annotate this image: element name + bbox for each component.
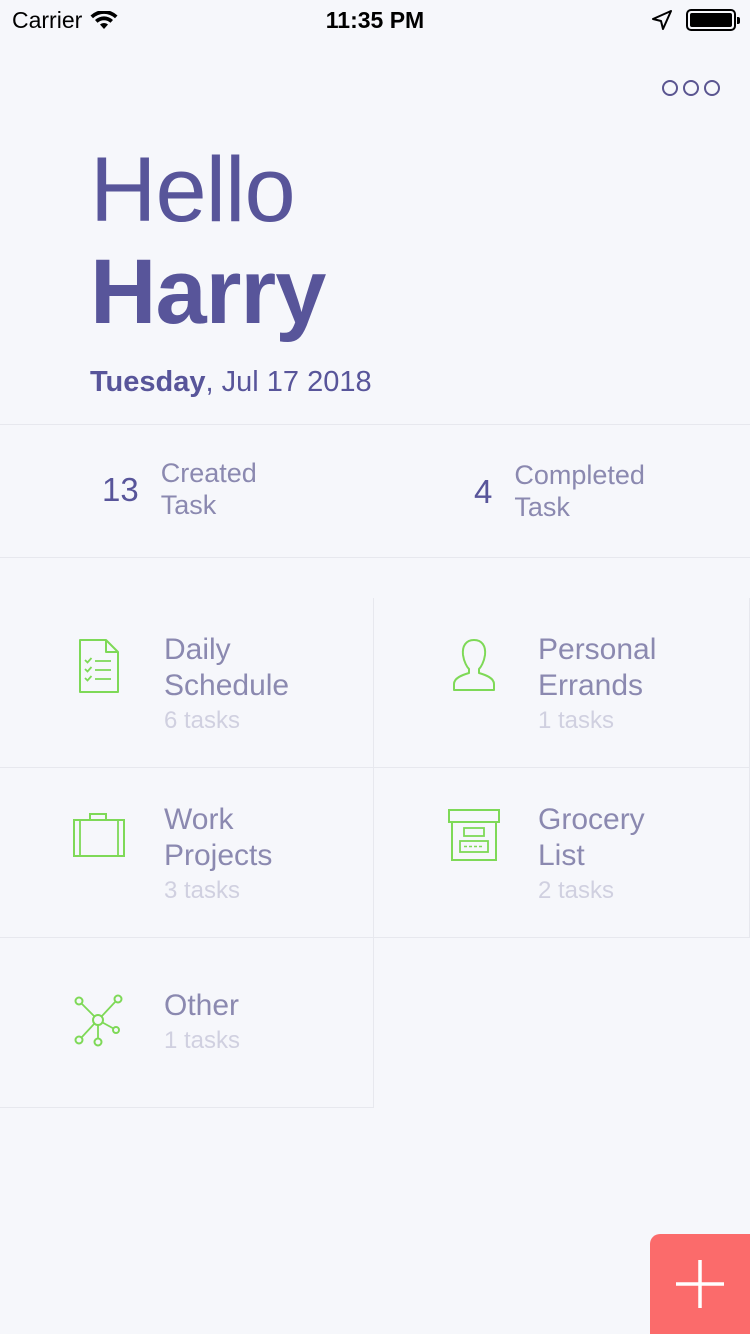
category-title-line1: Personal <box>538 633 657 666</box>
task-stats: 13 Created Task 4 Completed Task <box>0 424 750 558</box>
category-work-projects[interactable]: Work Projects 3 tasks <box>0 768 374 938</box>
created-task-stat: 13 Created Task <box>102 457 311 521</box>
greeting-hello: Hello <box>90 139 296 241</box>
category-task-count: 2 tasks <box>538 877 615 904</box>
category-title-line1: Other <box>164 989 240 1022</box>
current-date-rest: , Jul 17 2018 <box>205 366 372 398</box>
category-title: Daily Schedule <box>164 632 364 704</box>
category-title-line2: Errands <box>538 669 644 702</box>
created-task-label: Created Task <box>161 457 311 521</box>
category-title-line2: List <box>538 839 585 872</box>
greeting: Hello Harry Tuesday, Jul 17 2018 <box>90 140 372 399</box>
category-title: Work Projects <box>164 802 364 874</box>
category-title: Other <box>164 988 364 1024</box>
created-task-count: 13 <box>102 471 139 508</box>
category-title-line1: Daily <box>164 633 231 666</box>
location-arrow-icon <box>652 10 672 30</box>
category-task-count: 1 tasks <box>164 1027 241 1054</box>
created-task-label-line1: Created <box>160 458 257 488</box>
category-other[interactable]: Other 1 tasks <box>0 938 374 1108</box>
network-icon <box>74 994 123 1047</box>
more-options-icon <box>683 80 699 96</box>
category-text: Grocery List 2 tasks <box>538 802 738 908</box>
plus-icon <box>676 1260 724 1308</box>
category-text: Other 1 tasks <box>164 988 364 1058</box>
status-icons <box>652 9 740 31</box>
add-task-button[interactable] <box>650 1234 750 1334</box>
category-text: Personal Errands 1 tasks <box>538 632 738 738</box>
battery-icon <box>686 9 740 31</box>
battery-fill <box>690 13 732 27</box>
completed-task-count: 4 <box>474 473 493 510</box>
clock: 11:35 PM <box>325 7 425 33</box>
category-title-line2: Projects <box>164 839 273 872</box>
completed-task-stat: 4 Completed Task <box>474 459 664 523</box>
more-options-icon <box>662 80 678 96</box>
briefcase-icon <box>73 813 125 857</box>
more-options-icon <box>704 80 720 96</box>
category-task-count: 6 tasks <box>164 707 241 734</box>
category-grocery-list[interactable]: Grocery List 2 tasks <box>374 768 750 938</box>
category-text: Work Projects 3 tasks <box>164 802 364 908</box>
created-task-label-line2: Task <box>160 490 217 520</box>
category-title-line2: Schedule <box>164 669 290 702</box>
category-task-count: 3 tasks <box>164 877 241 904</box>
category-title: Personal Errands <box>538 632 738 704</box>
checklist-document-icon <box>79 639 119 693</box>
category-title: Grocery List <box>538 802 738 874</box>
completed-task-label-line1: Completed <box>514 460 645 490</box>
category-text: Daily Schedule 6 tasks <box>164 632 364 738</box>
category-title-line1: Work <box>164 803 234 836</box>
category-title-line1: Grocery <box>538 803 645 836</box>
current-date: Tuesday, Jul 17 2018 <box>90 366 372 399</box>
more-options-button[interactable] <box>662 80 720 96</box>
category-task-count: 1 tasks <box>538 707 615 734</box>
home-screen: Carrier 11:35 PM Hello Harry Tuesday, Ju… <box>0 0 750 1334</box>
completed-task-label-line2: Task <box>514 492 570 522</box>
category-daily-schedule[interactable]: Daily Schedule 6 tasks <box>0 598 374 768</box>
category-personal-errands[interactable]: Personal Errands 1 tasks <box>374 598 750 768</box>
greeting-user-name: Harry <box>90 241 326 343</box>
completed-task-label: Completed Task <box>514 459 664 523</box>
archive-box-icon <box>448 809 500 861</box>
person-icon <box>453 639 495 691</box>
current-weekday: Tuesday <box>90 366 206 398</box>
status-bar: Carrier 11:35 PM <box>0 0 750 40</box>
